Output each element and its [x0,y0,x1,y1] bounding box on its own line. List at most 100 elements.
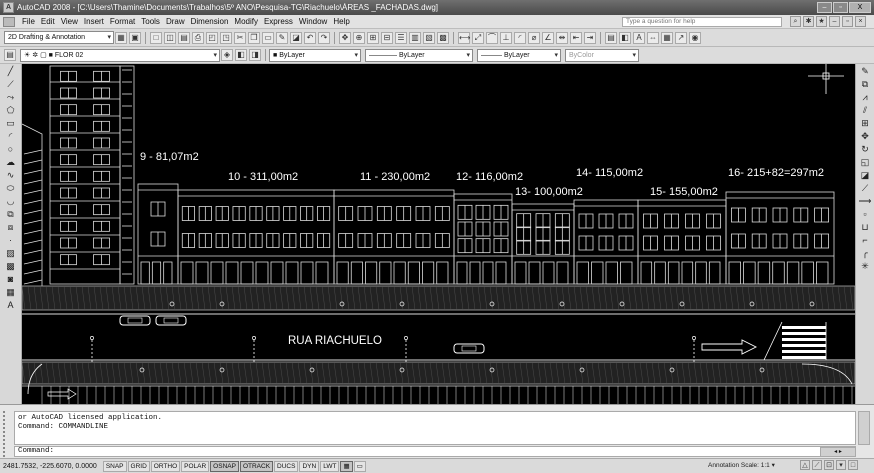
menu-edit[interactable]: Edit [38,17,58,26]
properties-icon[interactable]: ☰ [395,31,407,44]
dim-angular-icon[interactable]: ∠ [542,31,554,44]
rotate-icon[interactable]: ↻ [858,143,872,155]
table-icon[interactable]: ▦ [4,286,18,298]
status-menu-icon[interactable]: ▾ [836,460,846,470]
table-style-icon[interactable]: ▦ [661,31,673,44]
layer-select[interactable]: ☀ ✲ ▢ ■ FLOR 02 [20,48,220,62]
zoom-previous-icon[interactable]: ⊟ [381,31,393,44]
join-icon[interactable]: ⊔ [858,221,872,233]
stretch-icon[interactable]: ◪ [858,169,872,181]
plot-preview-icon[interactable]: ◰ [206,31,218,44]
insert-block-icon[interactable]: ⧉ [4,208,18,220]
cut-icon[interactable]: ✂ [234,31,246,44]
dyn-toggle[interactable]: DYN [299,460,320,472]
print-icon[interactable]: ⎙ [192,31,204,44]
calculator-icon[interactable]: ▩ [437,31,449,44]
command-input[interactable]: Command: [14,446,856,457]
new-file-icon[interactable]: □ [150,31,162,44]
otrack-toggle[interactable]: OTRACK [239,460,274,472]
hatch-icon[interactable]: ▨ [4,247,18,259]
dim-linear-icon[interactable]: ⟷ [458,31,470,44]
annotation-scale[interactable]: Annotation Scale: 1:1 ▾ [708,461,775,469]
offset-icon[interactable]: ⫽ [858,104,872,116]
menu-format[interactable]: Format [107,17,138,26]
doc-close-icon[interactable]: × [855,16,866,27]
trim-icon[interactable]: ⟋ [858,182,872,194]
fillet-icon[interactable]: ╭ [858,247,872,259]
layer-manager-icon[interactable]: ▤ [4,49,16,61]
document-icon[interactable] [3,16,15,27]
auto-scale-icon[interactable]: ⟋ [812,460,822,470]
drawing-canvas[interactable]: 9 - 81,07m2 10 - 311,00m2 11 - 230,00m2 … [22,64,855,404]
region-icon[interactable]: ◙ [4,273,18,285]
workspace-select[interactable]: 2D Drafting & Annotation [4,31,114,44]
ortho-toggle[interactable]: ORTHO [150,460,181,472]
horizontal-scrollbar[interactable]: ◂ ▸ [820,447,856,457]
revision-cloud-icon[interactable]: ☁ [4,156,18,168]
osnap-toggle[interactable]: OSNAP [210,460,239,472]
point-icon[interactable]: · [4,234,18,246]
line-icon[interactable]: ╱ [4,65,18,77]
linetype-select[interactable]: ———— ByLayer [365,48,473,62]
search-help-icon[interactable]: ⌕ [790,16,801,27]
multiline-text-icon[interactable]: A [4,299,18,311]
menu-express[interactable]: Express [261,17,296,26]
lwt-toggle[interactable]: LWT [320,460,340,472]
dim-arc-icon[interactable]: ⌒ [486,31,498,44]
color-select[interactable]: ■ ByLayer [269,48,361,62]
text-style-icon[interactable]: A [633,31,645,44]
menu-insert[interactable]: Insert [81,17,107,26]
dim-continue-icon[interactable]: ⇥ [584,31,596,44]
layer-previous2-icon[interactable]: ◧ [235,49,247,61]
move-icon[interactable]: ✥ [858,130,872,142]
rectangle-icon[interactable]: ▭ [4,117,18,129]
dim-style-icon[interactable]: ⇔ [647,31,659,44]
copy-object-icon[interactable]: ⧉ [858,78,872,90]
explode-icon[interactable]: ✳ [858,260,872,272]
polyline-icon[interactable]: ⤳ [4,91,18,103]
workspace-settings-icon[interactable]: ▦ [115,31,127,44]
layout-icon[interactable]: ▭ [353,460,366,472]
model-space-icon[interactable]: ▦ [340,460,353,472]
match-properties-icon[interactable]: ✎ [276,31,288,44]
dim-radius-icon[interactable]: ◜ [514,31,526,44]
extend-icon[interactable]: ⟶ [858,195,872,207]
dim-ordinate-icon[interactable]: ⊥ [500,31,512,44]
toolbar-lock-icon[interactable]: ⊡ [824,460,834,470]
mirror-icon[interactable]: ⩘ [858,91,872,103]
chamfer-icon[interactable]: ⌐ [858,234,872,246]
plotstyle-select[interactable]: ByColor [565,48,639,62]
communication-center-icon[interactable]: ✱ [803,16,814,27]
lineweight-select[interactable]: ——— ByLayer [477,48,561,62]
annotation-visibility-icon[interactable]: △ [800,460,810,470]
make-block-icon[interactable]: ⧈ [4,221,18,233]
minimize-button[interactable]: – [817,2,832,13]
layer-previous-icon[interactable]: ◧ [619,31,631,44]
help-search-input[interactable]: Type a question for help [622,17,782,27]
polygon-icon[interactable]: ⬠ [4,104,18,116]
publish-icon[interactable]: ◳ [220,31,232,44]
design-center-icon[interactable]: ▥ [409,31,421,44]
zoom-window-icon[interactable]: ⊞ [367,31,379,44]
undo-icon[interactable]: ↶ [304,31,316,44]
close-button[interactable]: X [849,2,871,13]
array-icon[interactable]: ⊞ [858,117,872,129]
doc-minimize-icon[interactable]: – [829,16,840,27]
menu-window[interactable]: Window [296,17,330,26]
layer-states-icon[interactable]: ◨ [249,49,261,61]
autocad-app-icon[interactable]: A [3,2,14,13]
menu-draw[interactable]: Draw [163,17,188,26]
menu-tools[interactable]: Tools [138,17,163,26]
pan-icon[interactable]: ✥ [339,31,351,44]
command-history-scrollbar[interactable] [858,411,870,445]
scale-icon[interactable]: ◱ [858,156,872,168]
menu-help[interactable]: Help [330,17,352,26]
menu-dimension[interactable]: Dimension [188,17,232,26]
multileader-icon[interactable]: ↗ [675,31,687,44]
zoom-realtime-icon[interactable]: ⊕ [353,31,365,44]
menu-modify[interactable]: Modify [231,17,261,26]
circle-icon[interactable]: ○ [4,143,18,155]
command-window-grip[interactable] [3,411,11,457]
dim-aligned-icon[interactable]: ⤢ [472,31,484,44]
tool-palettes-icon[interactable]: ▧ [423,31,435,44]
